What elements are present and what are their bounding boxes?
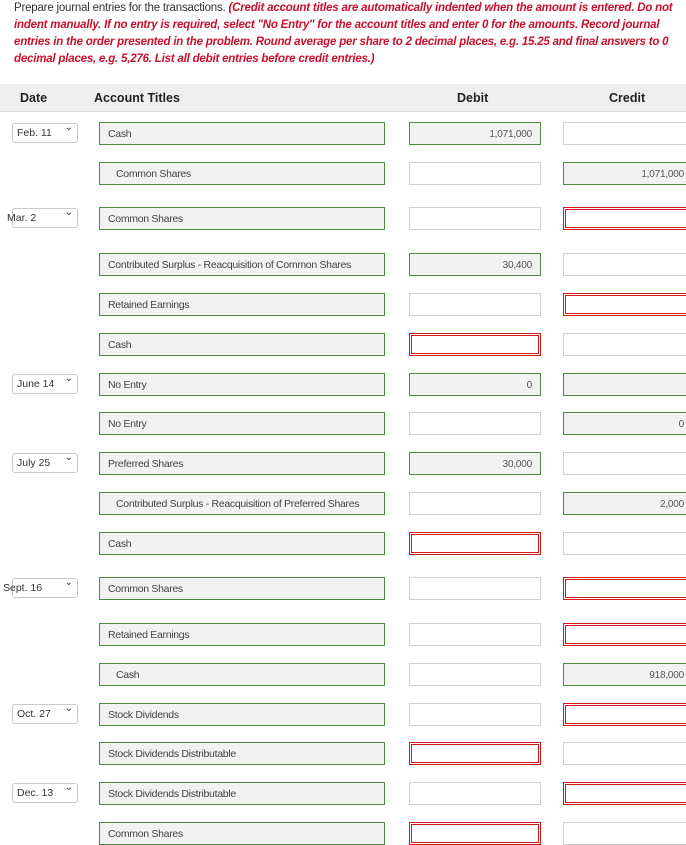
chevron-down-icon: ⌄ xyxy=(64,703,73,714)
debit-input[interactable] xyxy=(409,207,541,230)
debit-input[interactable] xyxy=(409,532,541,555)
debit-input[interactable] xyxy=(409,742,541,765)
account-title-field[interactable]: Cash xyxy=(99,532,385,555)
credit-input[interactable] xyxy=(563,207,686,230)
credit-input[interactable] xyxy=(563,452,686,475)
credit-input[interactable] xyxy=(563,122,686,145)
date-select[interactable]: Oct. 27 ⌄ xyxy=(12,703,78,724)
account-title-field[interactable]: Common Shares xyxy=(99,822,385,845)
credit-input[interactable]: 0 xyxy=(563,412,686,435)
debit-input[interactable]: 30,400 xyxy=(409,253,541,276)
date-select[interactable]: July 25 ⌄ xyxy=(12,452,78,473)
chevron-down-icon: ⌄ xyxy=(64,373,73,384)
debit-input[interactable] xyxy=(409,162,541,185)
debit-input[interactable]: 0 xyxy=(409,373,541,396)
credit-column-header: Credit xyxy=(609,91,646,105)
debit-column-header: Debit xyxy=(457,91,489,105)
debit-input[interactable]: 1,071,000 xyxy=(409,122,541,145)
credit-input[interactable]: 918,000 xyxy=(563,663,686,686)
account-title-field[interactable]: Retained Earnings xyxy=(99,293,385,316)
date-select-value: Oct. 27 xyxy=(17,708,51,720)
date-select[interactable]: Mar. 2 ⌄ xyxy=(7,207,78,228)
table-header: Date Account Titles Debit Credit xyxy=(0,84,686,112)
credit-input[interactable]: 1,071,000 xyxy=(563,162,686,185)
debit-input[interactable] xyxy=(409,663,541,686)
date-select[interactable]: Sept. 16 ⌄ xyxy=(3,577,78,598)
credit-input[interactable] xyxy=(563,742,686,765)
credit-input[interactable] xyxy=(563,782,686,805)
date-select[interactable]: Dec. 13 ⌄ xyxy=(12,782,78,803)
account-title-field[interactable]: Common Shares xyxy=(99,162,385,185)
account-title-field[interactable]: Stock Dividends Distributable xyxy=(99,742,385,765)
account-title-field[interactable]: No Entry xyxy=(99,373,385,396)
debit-input[interactable]: 30,000 xyxy=(409,452,541,475)
account-title-field[interactable]: Cash xyxy=(99,333,385,356)
account-title-field[interactable]: Stock Dividends xyxy=(99,703,385,726)
credit-input[interactable] xyxy=(563,822,686,845)
date-select-value: Dec. 13 xyxy=(17,787,54,799)
date-select[interactable]: June 14 ⌄ xyxy=(12,373,78,394)
account-title-field[interactable]: Cash xyxy=(99,663,385,686)
account-title-field[interactable]: Common Shares xyxy=(99,577,385,600)
account-title-field[interactable]: Preferred Shares xyxy=(99,452,385,475)
credit-input[interactable] xyxy=(563,623,686,646)
account-title-field[interactable]: Contributed Surplus - Reacquisition of C… xyxy=(99,253,385,276)
debit-input[interactable] xyxy=(409,577,541,600)
chevron-down-icon: ⌄ xyxy=(64,122,73,133)
chevron-down-icon: ⌄ xyxy=(64,207,73,218)
chevron-down-icon: ⌄ xyxy=(64,452,73,463)
chevron-down-icon: ⌄ xyxy=(64,782,73,793)
debit-input[interactable] xyxy=(409,822,541,845)
credit-input[interactable]: 2,000 xyxy=(563,492,686,515)
credit-input[interactable] xyxy=(563,703,686,726)
date-select-value: Feb. 11 xyxy=(17,127,52,139)
instructions-lead: Prepare journal entries for the transact… xyxy=(14,2,229,14)
credit-input[interactable] xyxy=(563,532,686,555)
account-title-field[interactable]: Stock Dividends Distributable xyxy=(99,782,385,805)
date-select-value: June 14 xyxy=(17,378,55,390)
debit-input[interactable] xyxy=(409,492,541,515)
date-select-value: July 25 xyxy=(17,457,51,469)
date-select-value: Mar. 2 xyxy=(7,212,37,224)
debit-input[interactable] xyxy=(409,412,541,435)
credit-input[interactable] xyxy=(563,333,686,356)
credit-input[interactable] xyxy=(563,253,686,276)
date-column-header: Date xyxy=(20,91,48,105)
account-title-field[interactable]: Retained Earnings xyxy=(99,623,385,646)
credit-input[interactable] xyxy=(563,577,686,600)
debit-input[interactable] xyxy=(409,623,541,646)
instructions: Prepare journal entries for the transact… xyxy=(14,0,682,68)
debit-input[interactable] xyxy=(409,782,541,805)
credit-input[interactable] xyxy=(563,373,686,396)
debit-input[interactable] xyxy=(409,703,541,726)
account-column-header: Account Titles xyxy=(94,91,180,105)
chevron-down-icon: ⌄ xyxy=(64,577,73,588)
debit-input[interactable] xyxy=(409,293,541,316)
credit-input[interactable] xyxy=(563,293,686,316)
account-title-field[interactable]: No Entry xyxy=(99,412,385,435)
debit-input[interactable] xyxy=(409,333,541,356)
account-title-field[interactable]: Cash xyxy=(99,122,385,145)
date-select[interactable]: Feb. 11 ⌄ xyxy=(12,122,78,143)
account-title-field[interactable]: Contributed Surplus - Reacquisition of P… xyxy=(99,492,385,515)
account-title-field[interactable]: Common Shares xyxy=(99,207,385,230)
date-select-value: Sept. 16 xyxy=(3,582,43,594)
